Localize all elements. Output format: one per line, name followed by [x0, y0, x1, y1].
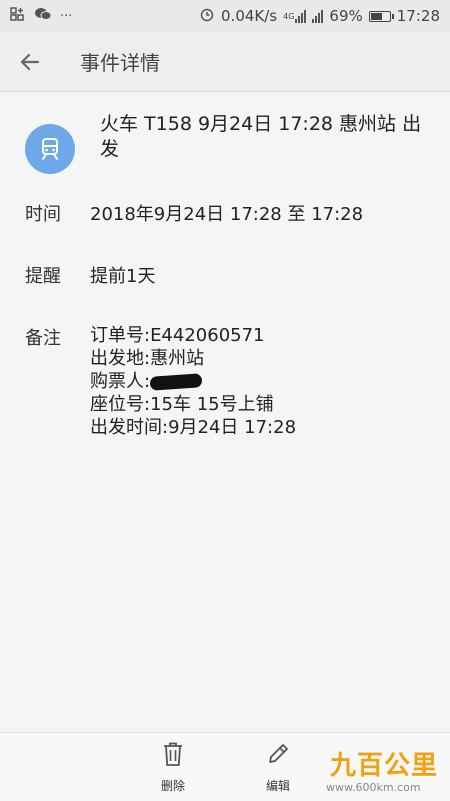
signal-icon-2 [312, 9, 324, 23]
event-title: 火车 T158 9月24日 17:28 惠州站 出发 [100, 113, 422, 160]
watermark-brand: 九百公里 [330, 751, 439, 781]
departure-station: 出发地:惠州站 [90, 348, 205, 369]
time-label: 时间 [25, 204, 61, 225]
alarm-icon [199, 6, 215, 26]
edit-button[interactable]: 编辑 [248, 741, 308, 794]
reminder-label: 提醒 [25, 266, 61, 287]
battery-icon [368, 10, 394, 22]
departure-time: 出发时间:9月24日 17:28 [90, 417, 297, 438]
clock: 17:28 [396, 7, 440, 25]
title-bar: 事件详情 [0, 32, 450, 92]
pencil-icon [269, 744, 288, 763]
time-value: 2018年9月24日 17:28 至 17:28 [90, 204, 364, 225]
delete-button[interactable]: 删除 [143, 741, 203, 794]
edit-label: 编辑 [265, 779, 290, 793]
battery-fill [370, 12, 383, 20]
status-bar-right: 0.04K/s 4G 69% 17:28 [199, 6, 440, 26]
seat-number: 座位号:15车 15号上铺 [90, 394, 274, 415]
order-number: 订单号:E442060571 [90, 325, 265, 346]
watermark-url: www.600km.com [326, 781, 421, 794]
ticket-buyer: 购票人: [90, 370, 296, 393]
app-grid-icon [10, 7, 26, 25]
signal-icon [295, 9, 307, 23]
notes-content: 订单号:E442060571 出发地:惠州站 购票人: 座位号:15车 15号上… [90, 324, 296, 439]
back-arrow-icon [20, 53, 40, 70]
ticket-buyer-label: 购票人: [90, 371, 151, 392]
notes-label: 备注 [25, 328, 61, 349]
reminder-value: 提前1天 [90, 266, 156, 287]
train-icon [42, 138, 58, 160]
redaction-mark [149, 373, 203, 391]
watermark-logo: 九百公里 www.600km.com [312, 745, 442, 797]
trash-icon [164, 742, 182, 766]
status-bar: ··· 0.04K/s 4G 69% 17:28 [0, 0, 450, 32]
bottom-action-bar: 删除 编辑 九百公里 www.600km.com [0, 732, 450, 801]
delete-label: 删除 [160, 779, 185, 793]
event-type-badge [25, 124, 75, 174]
wechat-icon [34, 7, 52, 25]
back-button[interactable] [0, 32, 60, 92]
network-type: 4G [283, 11, 295, 21]
battery-percent: 69% [329, 7, 363, 25]
page-title: 事件详情 [80, 51, 160, 75]
status-bar-left: ··· [10, 7, 72, 25]
network-speed: 0.04K/s [221, 7, 278, 25]
more-dots-icon: ··· [60, 8, 73, 24]
